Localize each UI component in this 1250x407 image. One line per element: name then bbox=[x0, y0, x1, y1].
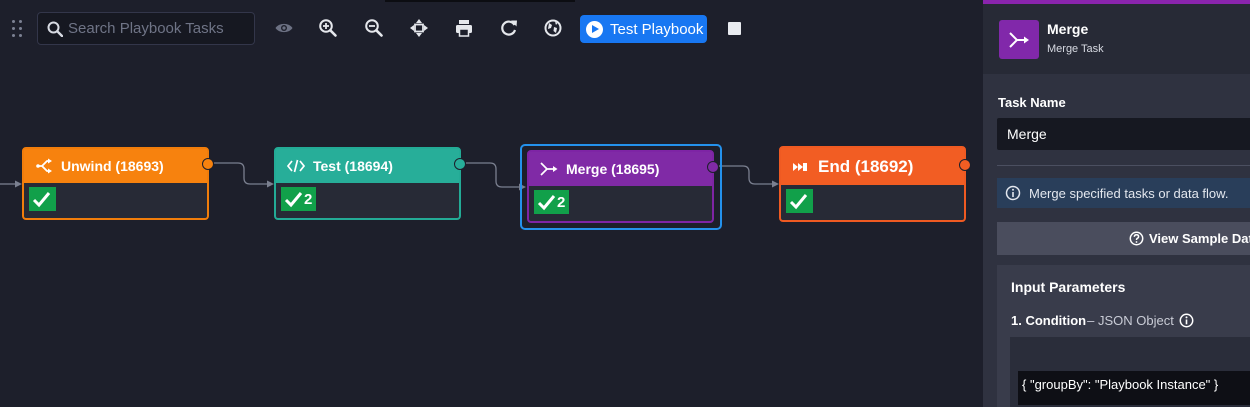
playbook-canvas[interactable]: Unwind (18693) Test (18694) 2 Merge (186… bbox=[0, 56, 983, 407]
node-title: End (18692) bbox=[818, 156, 914, 176]
code-icon bbox=[287, 157, 305, 175]
condition-editor[interactable]: { "groupBy": "Playbook Instance" } bbox=[1010, 337, 1250, 407]
node-header: Merge (18695) bbox=[529, 152, 712, 186]
task-name-label: Task Name bbox=[998, 95, 1066, 110]
check-icon bbox=[284, 191, 303, 207]
task-name-input[interactable] bbox=[997, 118, 1250, 150]
zoom-out-icon[interactable] bbox=[364, 18, 384, 38]
toolbar: Test Playbook bbox=[0, 0, 983, 56]
check-icon bbox=[537, 194, 556, 210]
check-icon bbox=[32, 191, 51, 207]
search-box bbox=[37, 12, 255, 45]
panel-subtitle: Merge Task bbox=[1047, 43, 1104, 55]
task-node-test[interactable]: Test (18694) 2 bbox=[274, 147, 466, 220]
view-sample-data-label: View Sample Dat bbox=[1149, 231, 1250, 246]
input-parameters-title: Input Parameters bbox=[1011, 279, 1126, 295]
merge-icon bbox=[540, 160, 558, 178]
condition-label: 1. Condition – JSON Object bbox=[1011, 313, 1194, 328]
node-title: Test (18694) bbox=[313, 158, 393, 174]
info-icon[interactable] bbox=[1179, 313, 1194, 328]
success-badge: 2 bbox=[534, 190, 570, 214]
panel-header: Merge Merge Task bbox=[983, 4, 1250, 74]
node-body: 2 bbox=[529, 186, 712, 221]
node-title: Merge (18695) bbox=[566, 161, 660, 177]
node-body: 2 bbox=[276, 183, 459, 218]
stop-icon[interactable] bbox=[728, 22, 741, 35]
task-node-end[interactable]: End (18692) bbox=[779, 146, 971, 222]
node-header: Unwind (18693) bbox=[24, 149, 207, 183]
node-body bbox=[24, 183, 207, 218]
success-badge bbox=[786, 189, 813, 213]
task-node-unwind[interactable]: Unwind (18693) bbox=[22, 147, 214, 220]
output-port[interactable] bbox=[959, 159, 971, 171]
input-parameters-section: Input Parameters 1. Condition – JSON Obj… bbox=[997, 265, 1250, 407]
node-body bbox=[781, 185, 964, 220]
eye-icon[interactable] bbox=[274, 18, 294, 38]
connection-links bbox=[0, 162, 779, 191]
output-port[interactable] bbox=[202, 158, 214, 170]
test-playbook-label: Test Playbook bbox=[610, 20, 704, 38]
panel-title: Merge bbox=[1047, 21, 1089, 37]
output-port[interactable] bbox=[454, 158, 466, 170]
run-count: 2 bbox=[304, 190, 313, 208]
unwind-icon bbox=[35, 157, 53, 175]
condition-type: – JSON Object bbox=[1087, 313, 1174, 328]
condition-name: 1. Condition bbox=[1011, 313, 1087, 328]
toolbar-top-line bbox=[385, 0, 575, 2]
node-header: Test (18694) bbox=[276, 149, 459, 183]
fit-screen-icon[interactable] bbox=[409, 18, 429, 38]
divider bbox=[997, 165, 1250, 166]
success-badge: 2 bbox=[281, 187, 317, 211]
search-input[interactable] bbox=[68, 13, 250, 44]
drag-handle-icon[interactable] bbox=[12, 20, 24, 38]
info-banner: Merge specified tasks or data flow. bbox=[997, 178, 1250, 208]
play-icon bbox=[586, 20, 603, 38]
output-port[interactable] bbox=[707, 161, 719, 173]
info-icon bbox=[1005, 185, 1021, 201]
globe-icon[interactable] bbox=[543, 18, 563, 38]
condition-value[interactable]: { "groupBy": "Playbook Instance" } bbox=[1018, 371, 1250, 405]
search-icon bbox=[47, 21, 63, 37]
node-title: Unwind (18693) bbox=[61, 158, 164, 174]
print-icon[interactable] bbox=[454, 18, 474, 38]
task-node-merge[interactable]: Merge (18695) 2 bbox=[527, 150, 719, 223]
success-badge bbox=[29, 187, 56, 211]
view-sample-data-button[interactable]: View Sample Dat bbox=[997, 222, 1250, 255]
task-details-panel: Merge Merge Task Task Name Merge specifi… bbox=[983, 0, 1250, 407]
merge-icon bbox=[999, 20, 1039, 59]
test-playbook-button[interactable]: Test Playbook bbox=[580, 15, 707, 43]
info-text: Merge specified tasks or data flow. bbox=[1029, 185, 1229, 201]
help-icon bbox=[1129, 231, 1144, 246]
run-count: 2 bbox=[557, 193, 566, 211]
refresh-icon[interactable] bbox=[499, 18, 519, 38]
zoom-in-icon[interactable] bbox=[318, 18, 338, 38]
node-header: End (18692) bbox=[781, 148, 964, 185]
check-icon bbox=[789, 193, 808, 209]
end-icon bbox=[792, 158, 810, 176]
